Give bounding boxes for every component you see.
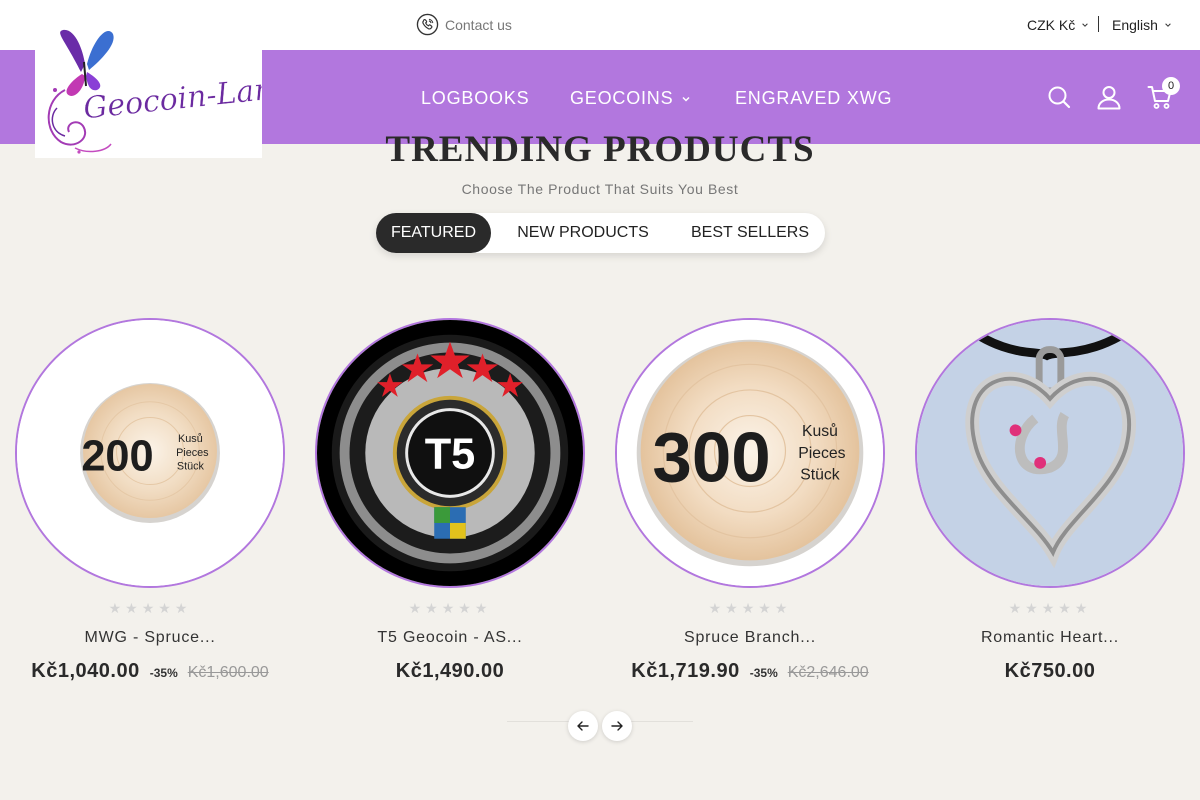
coin-text: Stück	[800, 467, 840, 484]
rating-stars: ★★★★★	[408, 600, 492, 616]
old-price: Kč1,600.00	[187, 664, 269, 681]
product-name[interactable]: Spruce Branch...	[615, 629, 885, 647]
nav-item-label: GEOCOINS	[570, 88, 674, 108]
nav-item-engraved-xwg[interactable]: ENGRAVED XWG	[735, 88, 892, 109]
chevron-down-icon	[1165, 23, 1171, 27]
slider-track	[507, 721, 577, 722]
coin-text: Stück	[177, 461, 205, 473]
nav-item-geocoins[interactable]: GEOCOINS	[570, 88, 691, 109]
section-subtitle: Choose The Product That Suits You Best	[461, 181, 739, 197]
price-row: Kč1,040.00 -35% Kč1,600.00	[15, 660, 285, 683]
old-price: Kč2,646.00	[787, 664, 869, 681]
user-icon[interactable]	[1096, 84, 1122, 110]
product-card: T5 ★★★★★ T5 Geocoin - AS... Kč1,490.00	[315, 318, 585, 698]
product-image[interactable]: T5	[315, 318, 585, 588]
price-row: Kč1,719.90 -35% Kč2,646.00	[615, 660, 885, 683]
tab-featured[interactable]: FEATURED	[376, 213, 491, 253]
currency-label: CZK Kč	[1027, 17, 1076, 33]
nav-item-label: LOGBOOKS	[421, 88, 530, 108]
contact-us-label: Contact us	[445, 16, 512, 33]
coin-image: 200 Kusů Pieces Stück	[17, 320, 283, 586]
tab-best-sellers[interactable]: BEST SELLERS	[680, 213, 820, 253]
coin-text: Pieces	[798, 445, 845, 462]
nav-item-label: ENGRAVED XWG	[735, 88, 893, 108]
product-image[interactable]: 300 Kusů Pieces Stück	[615, 318, 885, 588]
price-row: Kč1,490.00	[315, 660, 585, 683]
coin-text: Kusů	[178, 433, 203, 445]
coin-text: Pieces	[176, 447, 209, 459]
product-card: 300 Kusů Pieces Stück ★★★★★ Spruce Branc…	[615, 318, 885, 698]
product-name[interactable]: T5 Geocoin - AS...	[315, 629, 585, 647]
pendant-image	[917, 320, 1183, 586]
phone-icon	[416, 13, 439, 36]
product-price: Kč1,490.00	[395, 660, 505, 682]
cart-count-badge: 0	[1162, 77, 1180, 95]
rating-stars: ★★★★★	[108, 600, 192, 616]
coin-image: T5	[317, 320, 583, 586]
discount-badge: -35%	[749, 666, 778, 680]
product-card: 200 Kusů Pieces Stück ★★★★★ MWG - Spruce…	[15, 318, 285, 698]
contact-us-link[interactable]: Contact us	[416, 13, 512, 36]
coin-text: Kusů	[802, 422, 838, 440]
product-name[interactable]: MWG - Spruce...	[15, 629, 285, 647]
tab-new-products[interactable]: NEW PRODUCTS	[506, 213, 660, 253]
product-image[interactable]: 200 Kusů Pieces Stück	[15, 318, 285, 588]
logo-wordmark: Geocoin-Land	[82, 70, 262, 127]
product-image[interactable]	[915, 318, 1185, 588]
chevron-down-icon	[1082, 23, 1089, 27]
arrow-left-icon	[577, 721, 589, 731]
section-title: TRENDING PRODUCTS	[385, 129, 815, 170]
coin-number: 300	[652, 419, 770, 498]
arrow-right-icon	[611, 721, 623, 731]
nav-item-logbooks[interactable]: LOGBOOKS	[421, 88, 529, 109]
coin-image: 300 Kusů Pieces Stück	[617, 320, 883, 586]
slider-next-button[interactable]	[602, 711, 632, 741]
coin-text: T5	[425, 431, 476, 479]
product-price: Kč1,719.90	[631, 660, 740, 682]
product-price: Kč750.00	[1004, 660, 1096, 682]
language-label: English	[1112, 17, 1158, 33]
rating-stars: ★★★★★	[1008, 600, 1092, 616]
divider	[1098, 16, 1099, 32]
slider-track	[623, 721, 693, 722]
product-card: ★★★★★ Romantic Heart... Kč750.00	[915, 318, 1185, 698]
discount-badge: -35%	[149, 666, 178, 680]
product-tabs: FEATURED NEW PRODUCTS BEST SELLERS	[376, 213, 825, 253]
product-price: Kč1,040.00	[31, 660, 140, 682]
coin-number: 200	[81, 433, 153, 481]
rating-stars: ★★★★★	[708, 600, 792, 616]
price-row: Kč750.00	[915, 660, 1185, 683]
chevron-down-icon	[682, 96, 690, 102]
currency-selector[interactable]: CZK Kč	[1027, 17, 1089, 33]
product-name[interactable]: Romantic Heart...	[915, 629, 1185, 647]
language-selector[interactable]: English	[1112, 17, 1172, 33]
slider-prev-button[interactable]	[568, 711, 598, 741]
search-icon[interactable]	[1046, 84, 1072, 110]
